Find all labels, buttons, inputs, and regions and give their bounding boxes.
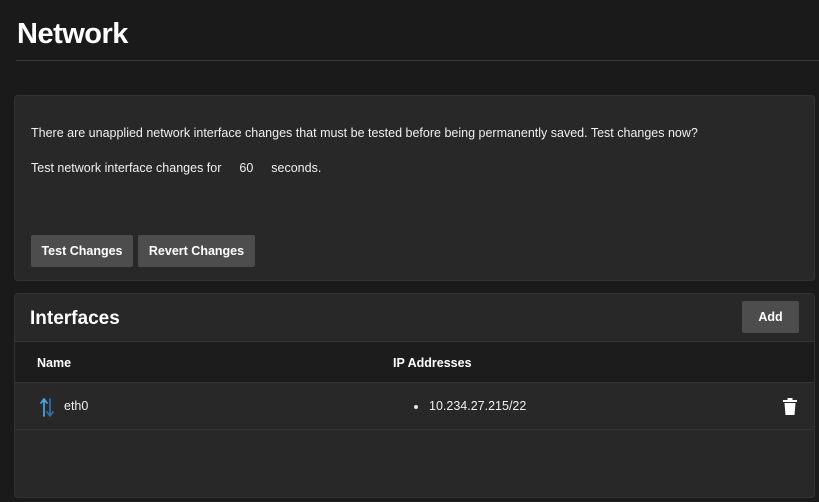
table-row[interactable]: eth0 10.234.27.215/22 bbox=[15, 384, 814, 430]
pending-changes-card: There are unapplied network interface ch… bbox=[14, 95, 815, 281]
trash-icon[interactable] bbox=[782, 398, 798, 416]
timer-seconds-value[interactable]: 60 bbox=[239, 161, 253, 175]
bullet-icon bbox=[414, 405, 418, 409]
interfaces-table-header: Name IP Addresses bbox=[15, 341, 814, 383]
test-timer-text: Test network interface changes for 60 seco… bbox=[31, 161, 321, 175]
interface-ip-address: 10.234.27.215/22 bbox=[429, 399, 527, 413]
interfaces-card: Interfaces Add Name IP Addresses eth0 10… bbox=[14, 293, 815, 498]
test-changes-button[interactable]: Test Changes bbox=[31, 235, 133, 267]
column-header-ip-addresses[interactable]: IP Addresses bbox=[393, 356, 472, 370]
pending-changes-message: There are unapplied network interface ch… bbox=[31, 126, 698, 140]
column-header-name[interactable]: Name bbox=[37, 356, 71, 370]
timer-prefix: Test network interface changes for bbox=[31, 161, 222, 175]
title-divider bbox=[16, 60, 819, 61]
revert-changes-button[interactable]: Revert Changes bbox=[138, 235, 255, 267]
add-interface-button[interactable]: Add bbox=[742, 301, 799, 333]
up-down-arrows-icon bbox=[39, 396, 55, 418]
interface-name: eth0 bbox=[64, 399, 89, 413]
timer-suffix: seconds. bbox=[271, 161, 322, 175]
interfaces-title: Interfaces bbox=[30, 308, 120, 329]
page-title: Network bbox=[17, 18, 128, 50]
